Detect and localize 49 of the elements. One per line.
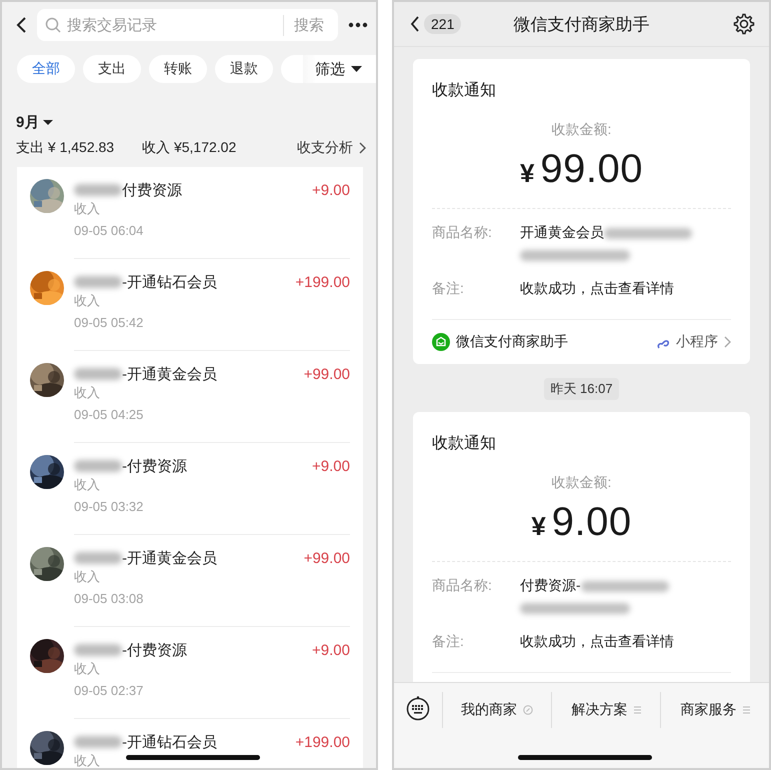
transaction-amount: +99.00 [304, 366, 350, 382]
app-name: 微信支付商家助手 [456, 333, 568, 351]
payment-amount: 99.00 [540, 147, 644, 192]
currency-symbol: ¥ [520, 158, 534, 189]
transaction-title: -开通黄金会员 [74, 548, 217, 568]
transaction-amount: +9.00 [312, 642, 350, 658]
transaction-title: -付费资源 [74, 456, 187, 476]
field-label: 备注: [432, 632, 465, 651]
field-label: 备注: [432, 279, 465, 298]
transaction-time: 09-05 06:04 [74, 223, 144, 239]
income-total: 收入 ¥5,172.02 [142, 139, 236, 157]
transaction-title: -开通钻石会员 [74, 272, 217, 292]
card-title: 收款通知 [432, 80, 496, 101]
transaction-type: 收入 [74, 385, 100, 401]
transaction-time: 09-05 05:42 [74, 315, 144, 331]
transaction-type: 收入 [74, 661, 100, 677]
transaction-amount: +9.00 [312, 182, 350, 198]
currency-symbol: ¥ [531, 511, 546, 542]
transaction-time: 09-05 02:37 [74, 683, 144, 699]
card-title: 收款通知 [432, 434, 496, 454]
chat-title: 微信支付商家助手 [514, 14, 650, 34]
transaction-title: 付费资源 [74, 180, 182, 200]
transaction-type: 收入 [74, 753, 100, 768]
field-label: 商品名称: [432, 576, 493, 595]
field-value: 收款成功，点击查看详情 [520, 632, 675, 651]
amount-label: 收款金额: [552, 121, 612, 139]
field-value: 付费资源- [520, 574, 730, 618]
payment-amount: 9.00 [552, 500, 632, 545]
field-value: 收款成功，点击查看详情 [520, 279, 675, 298]
transaction-title: -开通黄金会员 [74, 364, 217, 384]
unread-badge: 221 [424, 14, 462, 34]
transaction-type: 收入 [74, 201, 100, 217]
field-value: 开通黄金会员 [520, 221, 730, 265]
transaction-title: -付费资源 [74, 640, 187, 660]
expense-total: 支出 ¥ 1,452.83 [16, 139, 114, 157]
timestamp: 昨天 16:07 [544, 378, 619, 400]
transaction-time: 09-05 04:25 [74, 407, 144, 423]
transaction-title: -开通钻石会员 [74, 732, 217, 752]
field-label: 商品名称: [432, 223, 493, 242]
amount-label: 收款金额: [552, 474, 612, 492]
transaction-amount: +199.00 [295, 734, 350, 750]
transaction-time: 09-05 03:08 [74, 591, 144, 607]
transaction-type: 收入 [74, 477, 100, 493]
transaction-amount: +99.00 [304, 550, 350, 566]
transaction-time: 09-05 03:32 [74, 499, 144, 515]
transaction-amount: +9.00 [312, 458, 350, 474]
transaction-amount: +199.00 [295, 274, 350, 290]
transaction-type: 收入 [74, 569, 100, 585]
transaction-type: 收入 [74, 293, 100, 309]
